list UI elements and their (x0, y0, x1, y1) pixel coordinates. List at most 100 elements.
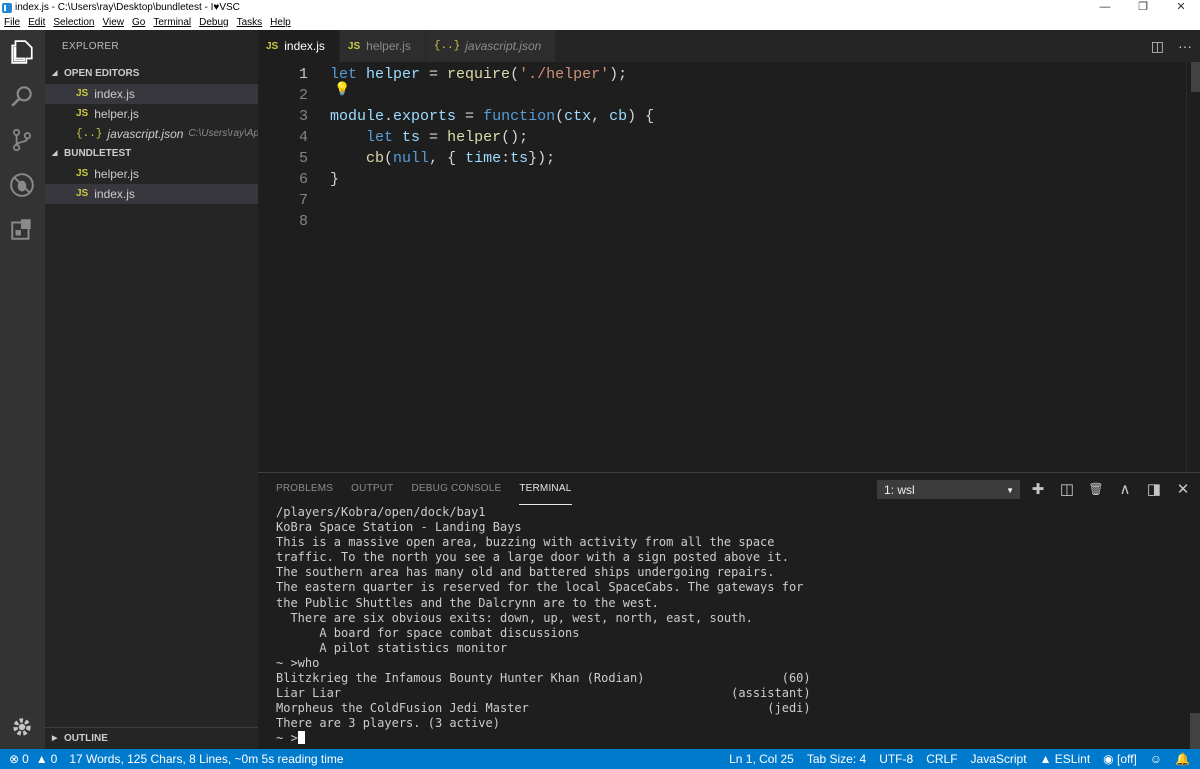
menu-go[interactable]: Go (132, 17, 145, 28)
line-number: 7 (298, 192, 308, 209)
trash-icon[interactable]: 🗑 (1087, 482, 1105, 496)
code-line[interactable]: 1 let helper = require('./helper'); (258, 64, 1188, 85)
tab-terminal[interactable]: TERMINAL (519, 473, 572, 505)
tab-debug-console[interactable]: DEBUG CONSOLE (411, 473, 501, 505)
code-line[interactable]: 7 (258, 190, 1188, 211)
extensions-icon[interactable] (8, 215, 36, 243)
eol-status[interactable]: CRLF (926, 752, 957, 766)
warning-count: 0 (50, 752, 58, 766)
code-line[interactable]: 2 (258, 85, 1188, 106)
tab-label: helper.js (366, 39, 411, 53)
tab-problems[interactable]: PROBLEMS (276, 473, 333, 505)
word-count-status[interactable]: 17 Words, 125 Chars, 8 Lines, ~0m 5s rea… (69, 752, 343, 766)
eslint-status[interactable]: ▲ ESLint (1040, 752, 1091, 766)
code-token: , { (429, 150, 466, 167)
file-name: index.js (94, 87, 135, 101)
files-icon[interactable] (8, 38, 36, 66)
debug-icon[interactable] (8, 171, 36, 199)
menu-edit[interactable]: Edit (28, 17, 45, 28)
menu-debug[interactable]: Debug (199, 17, 228, 28)
status-bar: ⊗ 0 ▲ 0 17 Words, 125 Chars, 8 Lines, ~0… (0, 749, 1200, 769)
code-token: helper (447, 129, 502, 146)
code-token: cb (366, 150, 385, 167)
line-number: 3 (298, 108, 308, 125)
file-helper-js[interactable]: JS helper.js (45, 164, 258, 184)
terminal-scrollbar[interactable] (1190, 713, 1200, 749)
open-editor-javascript-json[interactable]: {..} javascript.json C:\Users\ray\App... (45, 124, 258, 144)
tab-size-status[interactable]: Tab Size: 4 (807, 752, 866, 766)
open-editors-header[interactable]: ◢ OPEN EDITORS (45, 64, 258, 84)
open-editor-index-js[interactable]: JS index.js (45, 84, 258, 104)
code-line[interactable]: 3 module.exports = function(ctx, cb) { (258, 106, 1188, 127)
terminal-line: Liar Liar (assistant) (276, 686, 811, 701)
menu-terminal[interactable]: Terminal (153, 17, 191, 28)
tab-javascript-json[interactable]: {..} javascript.json (425, 30, 556, 62)
restore-button[interactable]: ❐ (1124, 0, 1162, 15)
code-token: helper (366, 66, 421, 83)
maximize-panel-icon[interactable]: ∧ (1116, 480, 1134, 498)
code-line[interactable]: 6} (258, 169, 1188, 190)
terminal-line: Blitzkrieg the Infamous Bounty Hunter Kh… (276, 671, 811, 686)
chevron-right-icon: ▶ (52, 734, 58, 742)
close-window-button[interactable]: ✕ (1162, 0, 1200, 15)
code-line[interactable]: 5 cb(null, { time:ts}); (258, 148, 1188, 169)
split-editor-icon[interactable]: ◫ (1151, 38, 1164, 55)
live-share-status[interactable]: ◉ [off] (1103, 752, 1137, 766)
minimize-button[interactable]: — (1086, 0, 1124, 15)
file-index-js[interactable]: JS index.js (45, 184, 258, 204)
line-number: 2 (298, 87, 308, 104)
outline-header[interactable]: ▶ OUTLINE (45, 727, 258, 749)
tab-label: index.js (284, 39, 325, 53)
language-mode-status[interactable]: JavaScript (971, 752, 1027, 766)
terminal-select[interactable]: 1: wsl ▼ (877, 480, 1020, 499)
cursor-position-status[interactable]: Ln 1, Col 25 (729, 752, 794, 766)
new-terminal-icon[interactable]: ✚ (1029, 480, 1047, 498)
terminal-prompt-line[interactable]: ~ > (276, 731, 1186, 746)
terminal-line: The eastern quarter is reserved for the … (276, 580, 804, 595)
tab-index-js[interactable]: JS index.js (258, 30, 339, 62)
menu-help[interactable]: Help (270, 17, 291, 28)
toggle-panel-position-icon[interactable]: ◨ (1145, 480, 1163, 498)
code-token: ( (510, 66, 520, 83)
terminal-line: KoBra Space Station - Landing Bays (276, 520, 522, 535)
code-editor[interactable]: 💡 1 let helper = require('./helper'); 2 3 mo… (258, 62, 1200, 472)
menu-selection[interactable]: Selection (53, 17, 94, 28)
menu-file[interactable]: File (4, 17, 20, 28)
notifications-bell-icon[interactable]: 🔔 (1175, 752, 1190, 766)
code-token: ( (384, 150, 394, 167)
code-line[interactable]: 4 let ts = helper(); (258, 127, 1188, 148)
terminal-output[interactable]: /players/Kobra/open/dock/bay1 KoBra Space… (276, 505, 1186, 747)
search-icon[interactable] (8, 82, 36, 110)
source-control-icon[interactable] (8, 126, 36, 154)
eye-icon: ◉ (1103, 752, 1114, 766)
open-editor-helper-js[interactable]: JS helper.js (45, 104, 258, 124)
code-line[interactable]: 8 (258, 211, 1188, 232)
code-token: ctx (564, 108, 592, 125)
code-token: . (384, 108, 394, 125)
close-panel-icon[interactable]: ✕ (1174, 480, 1192, 498)
terminal-line: This is a massive open area, buzzing wit… (276, 535, 775, 550)
file-name: javascript.json (107, 127, 184, 141)
feedback-smiley-icon[interactable]: ☺ (1150, 752, 1162, 766)
problems-indicator[interactable]: ⊗ 0 ▲ 0 (9, 752, 57, 766)
menu-view[interactable]: View (103, 17, 125, 28)
tab-helper-js[interactable]: JS helper.js (339, 30, 425, 62)
split-terminal-icon[interactable]: ◫ (1058, 480, 1076, 498)
menu-tasks[interactable]: Tasks (237, 17, 263, 28)
editor-scrollbar[interactable] (1186, 62, 1200, 472)
settings-icon[interactable] (8, 713, 36, 741)
more-actions-icon[interactable]: ··· (1178, 38, 1192, 54)
activity-bar (0, 30, 45, 749)
tab-output[interactable]: OUTPUT (351, 473, 393, 505)
code-token: let (330, 66, 367, 83)
file-path: C:\Users\ray\App... (188, 128, 258, 139)
code-token: ts (402, 129, 421, 146)
json-file-icon: {..} (433, 40, 461, 52)
warning-icon: ▲ (35, 752, 48, 766)
encoding-status[interactable]: UTF-8 (879, 752, 913, 766)
chevron-down-icon: ◢ (52, 70, 58, 77)
code-token: './helper' (519, 66, 610, 83)
folder-header-bundletest[interactable]: ◢ BUNDLETEST (45, 144, 258, 164)
